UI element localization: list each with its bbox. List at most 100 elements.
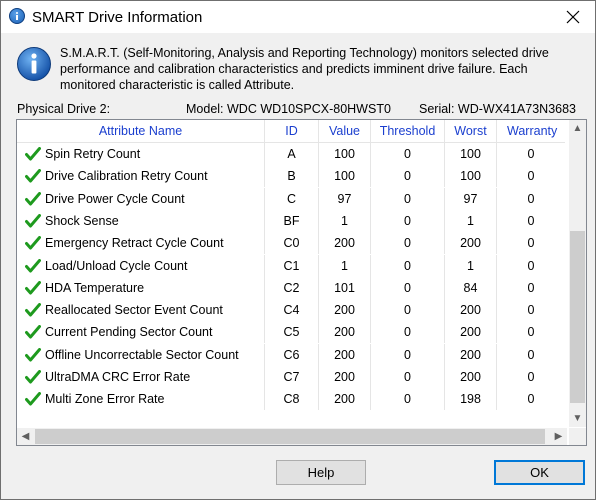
- table-row[interactable]: Drive Calibration Retry Count B 100 0 100 0: [17, 165, 565, 188]
- cell-warranty: 0: [527, 325, 535, 340]
- cell-attribute-name: HDA Temperature: [17, 276, 265, 299]
- attribute-name-text: Current Pending Sector Count: [45, 325, 213, 340]
- attribute-name-text: Drive Power Cycle Count: [45, 191, 185, 206]
- cell-id: C0: [265, 232, 319, 255]
- cell-warranty: 0: [527, 280, 535, 295]
- cell-attribute-name: Spin Retry Count: [17, 143, 265, 165]
- cell-threshold: 0: [371, 165, 445, 188]
- cell-worst: 200: [445, 366, 497, 388]
- cell-attribute-name: Current Pending Sector Count: [17, 321, 265, 344]
- help-button[interactable]: Help: [276, 460, 366, 485]
- cell-attribute-name: Drive Power Cycle Count: [17, 187, 265, 210]
- table-row[interactable]: Emergency Retract Cycle Count C0 200 0 200 0: [17, 232, 565, 255]
- cell-id: C2: [265, 276, 319, 299]
- cell-warranty: 0: [527, 147, 535, 161]
- cell-id: BF: [265, 209, 319, 232]
- smart-dialog: SMART Drive Information S.M.A.R.T. (Self…: [0, 0, 596, 500]
- cell-value: 200: [319, 321, 371, 344]
- cell-worst: 1: [445, 209, 497, 232]
- cell-value: 200: [319, 232, 371, 255]
- cell-id: B: [265, 165, 319, 188]
- physical-drive-label: Physical Drive 2:: [17, 102, 111, 116]
- green-check-icon: [25, 392, 41, 406]
- info-icon: [17, 47, 51, 81]
- cell-id: C5: [265, 321, 319, 344]
- table-row[interactable]: HDA Temperature C2 101 0 84 0: [17, 276, 565, 299]
- scroll-up-icon[interactable]: ▲: [569, 120, 586, 137]
- green-check-icon: [25, 347, 41, 362]
- cell-warranty: 0: [527, 236, 535, 251]
- cell-value: 200: [319, 366, 371, 388]
- window-title: SMART Drive Information: [32, 9, 203, 26]
- green-check-icon: [25, 325, 41, 339]
- table-row[interactable]: Offline Uncorrectable Sector Count C6 200 0…: [17, 343, 565, 366]
- cell-threshold: 0: [371, 321, 445, 344]
- cell-value: 1: [319, 209, 371, 232]
- cell-value: 97: [319, 187, 371, 210]
- green-check-icon: [25, 236, 41, 250]
- attribute-name-text: Reallocated Sector Event Count: [45, 303, 223, 318]
- table-row[interactable]: Drive Power Cycle Count C 97 0 97 0: [17, 187, 565, 210]
- cell-worst: 84: [445, 276, 497, 299]
- cell-value: 200: [319, 388, 371, 411]
- column-header-warranty[interactable]: Warranty: [497, 120, 565, 142]
- scroll-right-icon[interactable]: ▶: [550, 428, 567, 445]
- cell-warranty: 0: [527, 347, 535, 362]
- cell-id: C: [265, 187, 319, 210]
- cell-threshold: 0: [371, 276, 445, 299]
- cell-value: 200: [319, 299, 371, 322]
- horizontal-scroll-thumb[interactable]: [35, 429, 545, 444]
- cell-threshold: 0: [371, 254, 445, 277]
- cell-warranty: 0: [527, 213, 535, 228]
- scroll-left-icon[interactable]: ◀: [17, 428, 34, 445]
- drive-model: Model: WDC WD10SPCX-80HWST0: [186, 102, 391, 116]
- cell-id: C7: [265, 366, 319, 388]
- attribute-list[interactable]: Attribute Name ID Value Threshold Worst …: [16, 119, 587, 446]
- attribute-name-text: Shock Sense: [45, 213, 119, 228]
- attribute-name-text: HDA Temperature: [45, 280, 145, 295]
- cell-threshold: 0: [371, 366, 445, 388]
- close-button[interactable]: [551, 1, 595, 33]
- table-row[interactable]: UltraDMA CRC Error Rate C7 200 0 200 0: [17, 366, 565, 388]
- table-row[interactable]: Reallocated Sector Event Count C4 200 0 200 0: [17, 299, 565, 322]
- column-header-value[interactable]: Value: [319, 120, 371, 142]
- cell-warranty: 0: [527, 258, 535, 273]
- cell-attribute-name: Multi Zone Error Rate: [17, 388, 265, 411]
- vertical-scroll-thumb[interactable]: [570, 231, 585, 403]
- horizontal-scrollbar[interactable]: ◀ ▶: [17, 428, 567, 445]
- green-check-icon: [25, 258, 41, 272]
- vertical-scrollbar[interactable]: ▲ ▼: [569, 120, 586, 427]
- cell-worst: 200: [445, 232, 497, 255]
- green-check-icon: [25, 280, 41, 295]
- table-row[interactable]: Current Pending Sector Count C5 200 0 200 0: [17, 321, 565, 344]
- cell-worst: 97: [445, 187, 497, 210]
- table-row[interactable]: Load/Unload Cycle Count C1 1 0 1 0: [17, 254, 565, 277]
- table-row[interactable]: Spin Retry Count A 100 0 100 0: [17, 143, 565, 165]
- attribute-name-text: Multi Zone Error Rate: [45, 392, 165, 407]
- drive-serial: Serial: WD-WX41A73N3683: [419, 102, 577, 116]
- attribute-name-text: Emergency Retract Cycle Count: [45, 236, 224, 251]
- green-check-icon: [25, 303, 41, 317]
- cell-threshold: 0: [371, 299, 445, 322]
- cell-warranty: 0: [527, 191, 535, 206]
- cell-attribute-name: Shock Sense: [17, 209, 265, 232]
- column-header-worst[interactable]: Worst: [445, 120, 497, 142]
- column-header-attribute-name[interactable]: Attribute Name: [17, 120, 265, 142]
- ok-button[interactable]: OK: [494, 460, 585, 485]
- column-header-id[interactable]: ID: [265, 120, 319, 142]
- table-row[interactable]: Multi Zone Error Rate C8 200 0 198 0: [17, 388, 565, 411]
- green-check-icon: [25, 169, 41, 183]
- list-header: Attribute Name ID Value Threshold Worst …: [17, 120, 565, 143]
- attribute-name-text: Drive Calibration Retry Count: [45, 169, 208, 184]
- table-row[interactable]: Shock Sense BF 1 0 1 0: [17, 209, 565, 232]
- cell-threshold: 0: [371, 187, 445, 210]
- cell-warranty: 0: [527, 303, 535, 318]
- cell-attribute-name: Load/Unload Cycle Count: [17, 254, 265, 277]
- cell-worst: 198: [445, 388, 497, 411]
- cell-value: 101: [319, 276, 371, 299]
- scroll-down-icon[interactable]: ▼: [569, 410, 586, 427]
- column-header-threshold[interactable]: Threshold: [371, 120, 445, 142]
- cell-worst: 100: [445, 143, 497, 165]
- cell-threshold: 0: [371, 143, 445, 165]
- info-icon: [9, 8, 25, 24]
